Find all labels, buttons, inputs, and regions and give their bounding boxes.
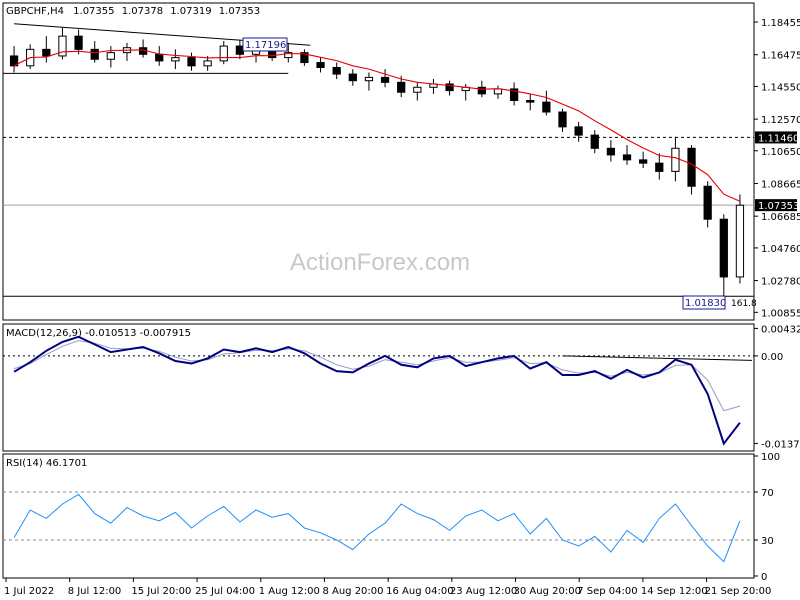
macd-tick-label: 0.004322	[761, 324, 800, 335]
rsi-tick-label: 70	[761, 488, 774, 499]
candle-body	[90, 48, 99, 60]
price-tick-label: 1.02780	[761, 277, 800, 288]
watermark: ActionForex.com	[290, 249, 470, 276]
candle-body	[687, 147, 696, 187]
rsi-tick-label: 100	[761, 452, 780, 463]
header-open: 1.07355	[73, 6, 114, 17]
price-tick-label: 1.16475	[761, 51, 800, 62]
price-tick-label: 1.10650	[761, 147, 800, 158]
rsi-tick-label: 30	[761, 536, 774, 547]
candle-body	[235, 45, 245, 55]
candle-body	[42, 48, 51, 57]
candle-body	[397, 81, 406, 93]
time-tick-label: 16 Aug 04:00	[386, 586, 453, 597]
candle-body	[332, 66, 341, 75]
time-tick-label: 23 Aug 12:00	[450, 586, 517, 597]
candle-body	[703, 185, 712, 220]
candle-body	[574, 126, 583, 136]
header-low: 1.07319	[170, 6, 211, 17]
candle-body	[348, 73, 357, 82]
price-tick-label: 1.18455	[761, 18, 800, 29]
candle-body	[526, 99, 535, 103]
high-annotation-label: 1.17196	[245, 40, 286, 51]
candle-body	[558, 111, 567, 128]
header-close: 1.07353	[219, 6, 260, 17]
time-tick-label: 7 Sep 04:00	[577, 586, 637, 597]
candle-body	[106, 52, 115, 60]
macd-tick-label: 0.00	[761, 352, 783, 363]
time-tick-label: 1 Aug 12:00	[259, 586, 320, 597]
candle-body	[542, 101, 551, 113]
candle-body	[203, 60, 212, 67]
rsi-tick-label: 0	[761, 572, 767, 583]
price-tick-label: 1.14550	[761, 82, 800, 93]
candle-body	[316, 62, 325, 68]
candle-body	[155, 53, 164, 62]
header-symbol: GBPCHF,H4	[6, 6, 64, 17]
low-annotation-label: 1.01830	[685, 298, 726, 309]
time-tick-label: 25 Jul 04:00	[195, 586, 255, 597]
candle-body	[364, 76, 374, 82]
candle-body	[187, 57, 196, 67]
high-annotation: 1.17196	[242, 37, 288, 52]
fib-annotation-label: 161.8	[731, 299, 757, 309]
header-high: 1.07378	[122, 6, 163, 17]
candle-body	[380, 76, 390, 83]
candle-body	[590, 134, 599, 149]
time-tick-label: 21 Sep 20:00	[705, 586, 772, 597]
candle-body	[655, 162, 664, 172]
time-tick-label: 1 Jul 2022	[4, 586, 54, 597]
last-price-label: 1.07353	[758, 201, 799, 212]
time-tick-label: 8 Jul 12:00	[68, 586, 122, 597]
candle-body	[622, 154, 632, 161]
price-tick-label: 1.06685	[761, 212, 800, 223]
macd-label: MACD(12,26,9) -0.010513 -0.007915	[6, 328, 191, 339]
price-tick-label: 1.04760	[761, 244, 800, 255]
time-tick-label: 14 Sep 12:00	[641, 586, 708, 597]
time-tick-label: 30 Aug 20:00	[514, 586, 581, 597]
candle-body	[671, 147, 680, 172]
time-tick-label: 15 Jul 20:00	[131, 586, 191, 597]
time-tick-label: 8 Aug 20:00	[322, 586, 383, 597]
candle-body	[477, 86, 486, 95]
candle-body	[719, 218, 728, 278]
candle-body	[413, 86, 422, 93]
price-tick-label: 1.00855	[761, 308, 800, 319]
gbpchf-chart: ActionForex.com 1.18455 1.16475 1.14550 1.1…	[0, 0, 800, 600]
resistance-price-label: 1.11460	[758, 133, 799, 144]
candle-body	[493, 88, 503, 95]
candle-body	[219, 45, 228, 62]
macd-tick-label: -0.013765	[761, 439, 800, 450]
price-tick-label: 1.08665	[761, 180, 800, 191]
price-tick-label: 1.12570	[761, 115, 800, 126]
candle-body	[74, 35, 83, 50]
candle-body	[735, 204, 745, 278]
chart-header: GBPCHF,H4 1.07355 1.07378 1.07319 1.0735…	[6, 6, 260, 17]
candle-body	[606, 147, 616, 156]
rsi-label: RSI(14) 46.1701	[6, 458, 87, 469]
candle-body	[171, 57, 180, 62]
candle-body	[639, 159, 648, 164]
